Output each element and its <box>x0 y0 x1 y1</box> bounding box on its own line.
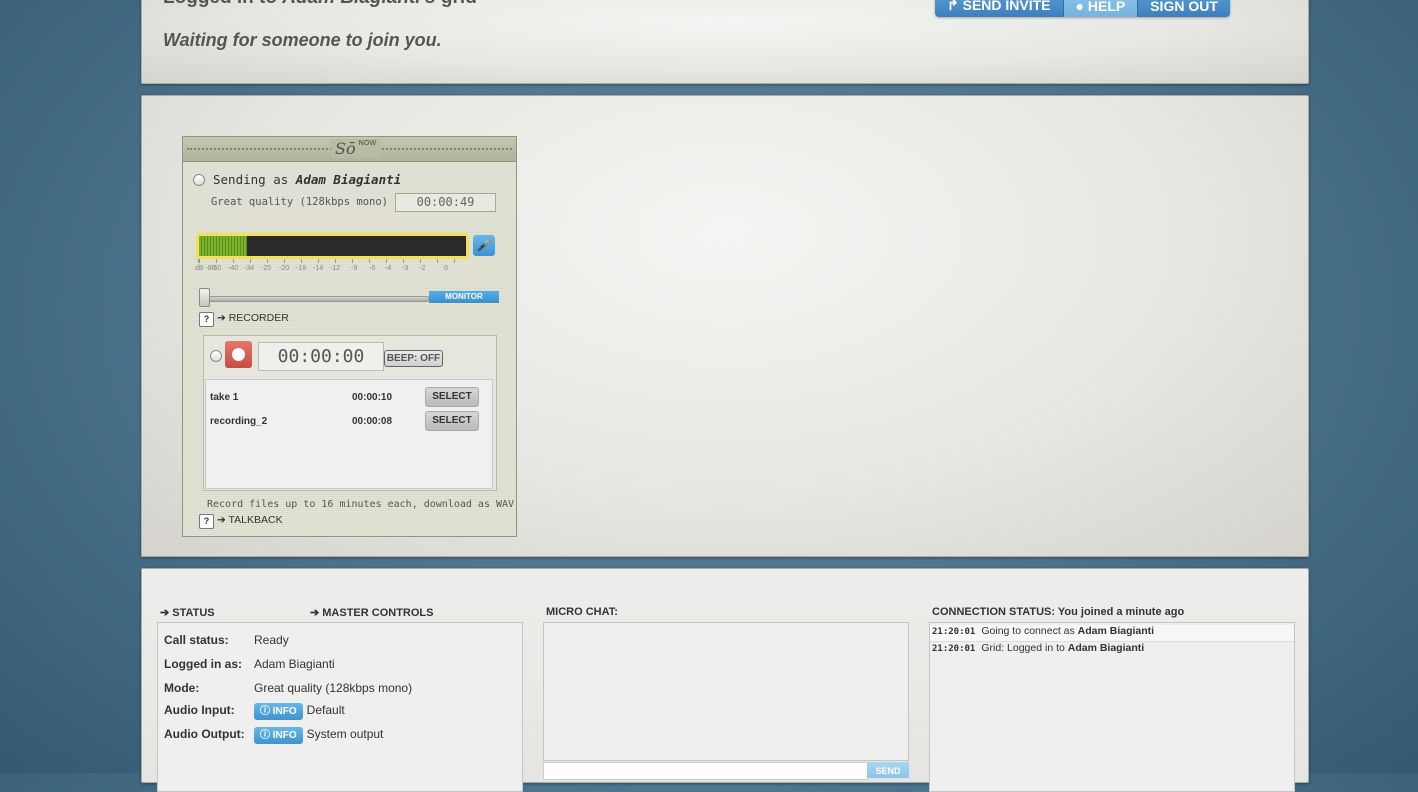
sign-out-button[interactable]: SIGN OUT <box>1138 0 1230 17</box>
grid-owner: Adam Biagianti's <box>282 0 435 8</box>
header-button-group: ↱ SEND INVITE ● HELP SIGN OUT <box>935 0 1230 17</box>
info-label: INFO <box>272 706 297 717</box>
row-value: Ready <box>254 633 289 647</box>
audio-input-info-button[interactable]: ⓘ INFO <box>254 703 303 720</box>
meter-level-fill <box>199 236 248 256</box>
info-label: INFO <box>272 730 297 741</box>
call-status-row: Call status: Ready <box>164 633 289 647</box>
status-panel: ➔ STATUS ➔ MASTER CONTROLS Call status: R… <box>141 568 1309 792</box>
meter-scale-label: -12 <box>330 265 341 272</box>
grid-title-suffix: grid <box>436 0 477 8</box>
recording-name: take 1 <box>210 392 239 403</box>
microphone-icon[interactable]: 🎤 <box>473 235 495 256</box>
slider-handle[interactable] <box>199 288 210 307</box>
recorder-toggle[interactable]: ➔ RECORDER <box>217 312 289 324</box>
monitor-button[interactable]: MONITOR <box>429 291 499 303</box>
meter-scale-label: -34 <box>244 265 255 272</box>
row-value: System output <box>306 727 384 741</box>
entry-time: 21:20:01 <box>932 644 976 654</box>
meter-scale-label: 0 <box>444 265 448 272</box>
entry-text: Going to connect as <box>981 625 1078 637</box>
row-label: Audio Output: <box>164 727 245 741</box>
meter-scale-label: -20 <box>279 265 290 272</box>
master-controls-toggle[interactable]: ➔ MASTER CONTROLS <box>310 606 434 619</box>
meter-scale-label: -40 <box>228 265 239 272</box>
logged-in-row: Logged in as: Adam Biagianti <box>164 657 335 671</box>
list-item: 21:20:01 Grid: Logged in to Adam Biagiant… <box>930 642 1294 658</box>
recorder-info-text: Record files up to 16 minutes each, down… <box>207 499 515 510</box>
recording-duration: 00:00:10 <box>352 392 393 403</box>
meter-scale-label: -9 <box>351 265 358 272</box>
row-label: Audio Input: <box>164 703 235 717</box>
meter-scale-label: -25 <box>261 265 272 272</box>
list-item: recording_2 00:00:08 SELECT <box>210 411 490 431</box>
entry-name: Adam Biagianti <box>1077 625 1155 637</box>
micro-chat-title: MICRO CHAT: <box>546 606 618 618</box>
meter-track <box>199 236 466 256</box>
help-button[interactable]: ● HELP <box>1063 0 1139 17</box>
meter-scale-label: -50 <box>211 265 222 272</box>
recorder-help-icon[interactable]: ? <box>199 312 214 327</box>
meter-scale-label: -2 <box>419 265 426 272</box>
list-item: take 1 00:00:10 SELECT <box>210 387 490 407</box>
row-value: Adam Biagianti <box>254 657 335 671</box>
header-panel: Logged in to Adam Biagianti's grid Waiti… <box>141 0 1309 84</box>
grid-title-prefix: Logged in to <box>163 0 282 8</box>
row-label: Call status: <box>164 633 229 647</box>
grid-title: Logged in to Adam Biagianti's grid <box>163 0 477 9</box>
logo-mark: Sō <box>335 139 356 158</box>
widget-header: Sō NOW <box>183 137 516 162</box>
sending-label: Sending as Adam Biagianti <box>213 172 401 187</box>
record-timer: 00:00:00 <box>258 342 384 371</box>
waiting-message: Waiting for someone to join you. <box>163 30 442 50</box>
meter-scale-label: -14 <box>313 265 324 272</box>
meter-scale: dB -80 -50 -40 -34 -25 -20 -18 -14 -12 -9 -6 -4 -3 -2… <box>195 259 473 275</box>
row-label: Logged in as: <box>164 657 242 671</box>
row-value: Great quality (128kbps mono) <box>254 681 413 695</box>
send-invite-button[interactable]: ↱ SEND INVITE <box>935 0 1064 17</box>
source-widget: Sō NOW Sending as Adam Biagianti Great qu… <box>182 136 517 537</box>
monitor-volume-slider[interactable] <box>202 296 429 302</box>
recorder-radio[interactable] <box>210 350 222 362</box>
status-toggle[interactable]: ➔ STATUS <box>160 606 215 619</box>
recordings-list: take 1 00:00:10 SELECT recording_2 00:00… <box>205 379 493 489</box>
record-button[interactable] <box>225 341 252 368</box>
entry-name: Adam Biagianti <box>1067 642 1145 654</box>
audio-level-meter <box>196 233 469 259</box>
audio-output-info-button[interactable]: ⓘ INFO <box>254 727 303 744</box>
audio-input-row: Audio Input: ⓘ INFO Default <box>164 703 345 720</box>
select-button[interactable]: SELECT <box>425 387 479 407</box>
entry-text: Grid: Logged in to <box>981 642 1068 654</box>
quality-label: Great quality (128kbps mono) <box>211 196 389 208</box>
connection-status-title: CONNECTION STATUS: You joined a minute a… <box>932 606 1185 618</box>
main-panel: Sō NOW Sending as Adam Biagianti Great qu… <box>141 95 1309 557</box>
elapsed-timer: 00:00:49 <box>395 193 496 212</box>
meter-scale-label: -6 <box>369 265 376 272</box>
chat-log <box>543 622 909 761</box>
beep-toggle-button[interactable]: BEEP: OFF <box>384 350 443 367</box>
meter-scale-label: -3 <box>402 265 409 272</box>
sending-prefix: Sending as <box>213 172 296 187</box>
mode-row: Mode: Great quality (128kbps mono) <box>164 681 412 695</box>
meter-scale-label: -4 <box>385 265 392 272</box>
chat-send-button[interactable]: SEND <box>867 762 909 778</box>
talkback-help-icon[interactable]: ? <box>199 514 214 529</box>
connection-log: 21:20:01 Going to connect as Adam Biagian… <box>929 622 1295 792</box>
widget-logo: Sō NOW <box>331 139 381 158</box>
talkback-toggle[interactable]: ➔ TALKBACK <box>217 514 283 526</box>
entry-time: 21:20:01 <box>932 627 976 637</box>
chat-input[interactable] <box>543 762 868 780</box>
recording-duration: 00:00:08 <box>352 416 393 427</box>
sender-name: Adam Biagianti <box>295 172 402 187</box>
logo-small-text: NOW <box>358 139 377 147</box>
row-label: Mode: <box>164 681 200 695</box>
list-item: 21:20:01 Going to connect as Adam Biagian… <box>930 625 1294 642</box>
recording-name: recording_2 <box>210 416 268 427</box>
status-box: Call status: Ready Logged in as: Adam Biag… <box>157 622 523 792</box>
select-button[interactable]: SELECT <box>425 411 479 431</box>
sending-radio[interactable] <box>193 174 205 186</box>
row-value: Default <box>306 703 345 717</box>
audio-output-row: Audio Output: ⓘ INFO System output <box>164 727 383 744</box>
meter-scale-label: -18 <box>296 265 307 272</box>
